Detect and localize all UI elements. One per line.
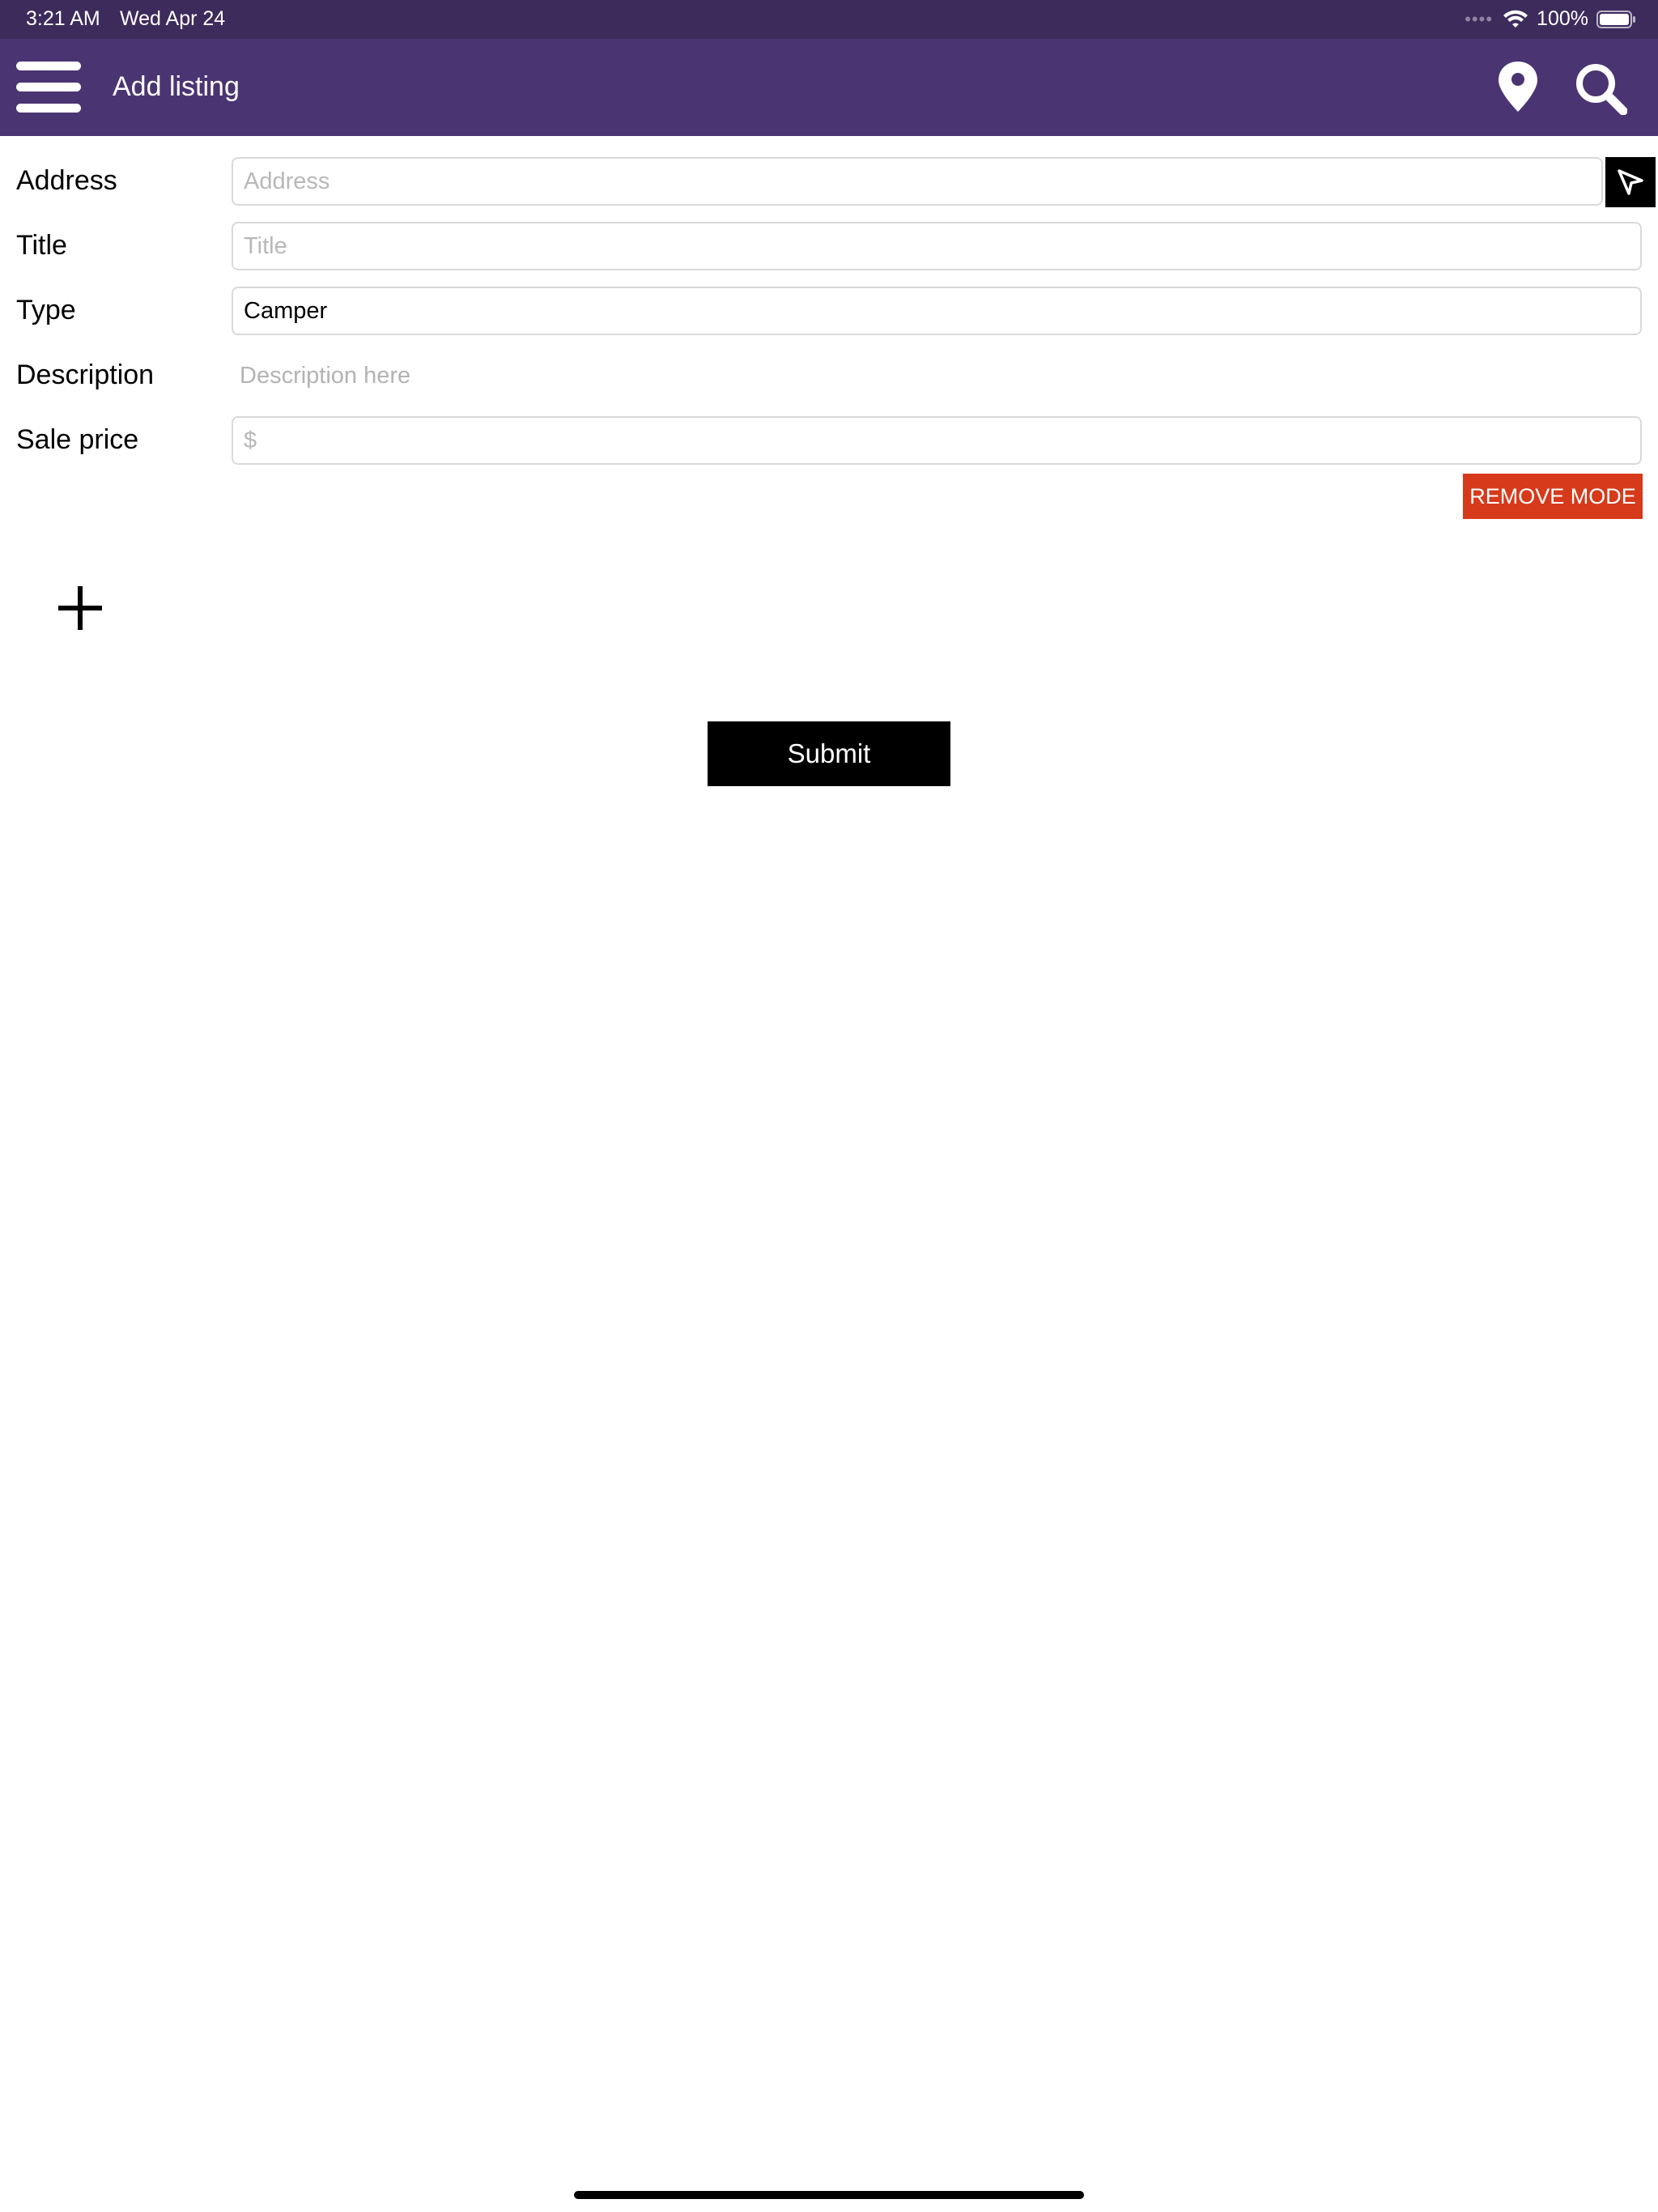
locate-button[interactable] — [1605, 157, 1656, 207]
app-header: Add listing — [0, 39, 1658, 136]
type-label: Type — [16, 295, 76, 325]
search-icon[interactable] — [1574, 62, 1627, 115]
cellular-signal-icon: •••• — [1465, 8, 1494, 29]
sale-price-input[interactable] — [232, 416, 1642, 465]
status-bar: 3:21 AM Wed Apr 24 •••• 100% — [0, 0, 1658, 39]
sale-price-label: Sale price — [16, 424, 139, 455]
remove-mode-button[interactable]: REMOVE MODE — [1463, 474, 1643, 519]
navigation-arrow-icon — [1618, 169, 1643, 195]
add-photo-icon[interactable] — [57, 585, 104, 632]
type-input[interactable] — [232, 287, 1642, 335]
status-indicators: •••• 100% — [1465, 7, 1635, 31]
description-label: Description — [16, 359, 155, 390]
title-label: Title — [16, 230, 67, 261]
description-input[interactable]: Description here — [240, 363, 410, 389]
menu-icon[interactable] — [16, 62, 81, 113]
submit-button[interactable]: Submit — [708, 721, 950, 786]
battery-icon — [1596, 10, 1635, 28]
status-date: Wed Apr 24 — [120, 7, 226, 30]
status-time: 3:21 AM — [26, 7, 100, 30]
home-indicator[interactable] — [574, 2191, 1084, 2199]
map-pin-icon[interactable] — [1496, 60, 1540, 113]
address-input[interactable] — [232, 157, 1603, 206]
battery-percent: 100% — [1537, 7, 1588, 30]
wifi-icon — [1503, 10, 1528, 28]
address-label: Address — [16, 165, 117, 196]
page-title: Add listing — [113, 71, 240, 102]
title-input[interactable] — [232, 222, 1642, 270]
